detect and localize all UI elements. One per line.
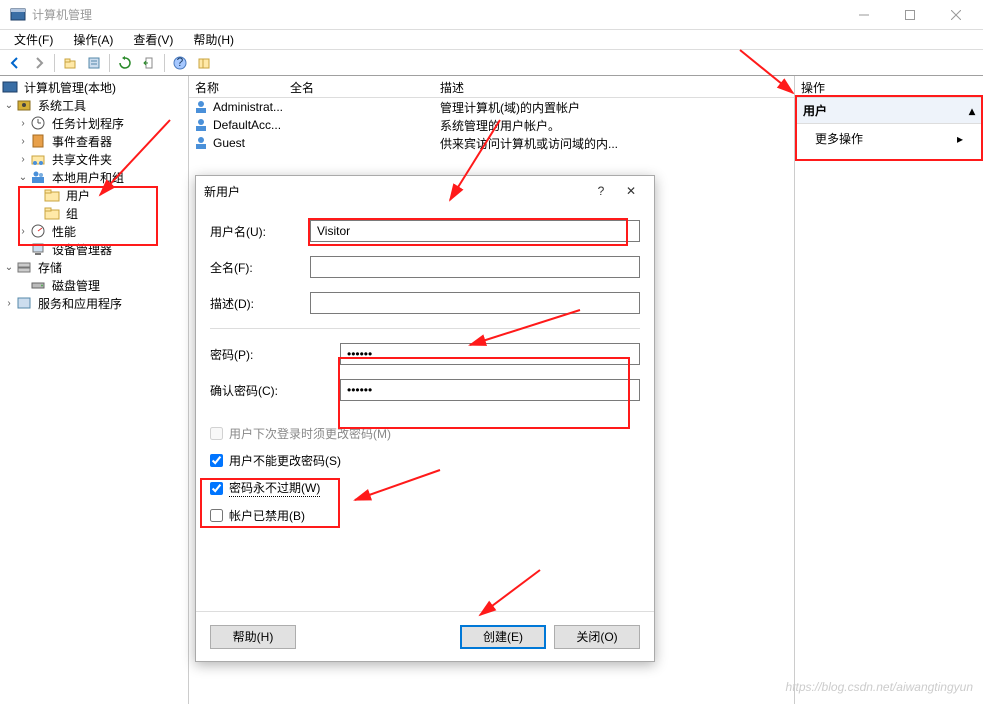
chevron-down-icon[interactable]: ⌄ — [2, 262, 16, 273]
tree-system-tools[interactable]: ⌄ 系统工具 — [2, 96, 186, 114]
cannot-change-checkbox[interactable] — [210, 454, 223, 467]
minimize-button[interactable] — [841, 0, 887, 30]
tree-shared-folders[interactable]: › 共享文件夹 — [2, 150, 186, 168]
dialog-help-btn[interactable]: 帮助(H) — [210, 625, 296, 649]
chevron-down-icon[interactable]: ⌄ — [2, 100, 16, 111]
menu-action[interactable]: 操作(A) — [63, 29, 123, 50]
menu-help[interactable]: 帮助(H) — [183, 29, 244, 50]
actions-header: 操作 — [795, 76, 983, 98]
user-icon — [193, 135, 209, 151]
fullname-input[interactable] — [310, 256, 640, 278]
properties-button[interactable] — [83, 52, 105, 74]
check-never-expire[interactable]: 密码永不过期(W) — [210, 479, 640, 497]
tree-services-apps[interactable]: › 服务和应用程序 — [2, 294, 186, 312]
view-button[interactable] — [193, 52, 215, 74]
dialog-footer: 帮助(H) 创建(E) 关闭(O) — [196, 611, 654, 661]
never-expire-checkbox[interactable] — [210, 482, 223, 495]
chevron-right-icon: ▸ — [957, 132, 963, 146]
window-title: 计算机管理 — [32, 6, 841, 23]
description-label: 描述(D): — [210, 295, 310, 312]
menu-file[interactable]: 文件(F) — [4, 29, 63, 50]
titlebar: 计算机管理 — [0, 0, 983, 30]
tree-disk-mgmt[interactable]: 磁盘管理 — [2, 276, 186, 294]
tree-users[interactable]: 用户 — [2, 186, 186, 204]
close-dialog-button[interactable]: 关闭(O) — [554, 625, 640, 649]
username-label: 用户名(U): — [210, 223, 310, 240]
tree-panel: 计算机管理(本地) ⌄ 系统工具 › 任务计划程序 › 事件查看器 › 共享文件… — [0, 76, 189, 704]
new-user-dialog: 新用户 ? ✕ 用户名(U): 全名(F): 描述(D): 密码(P): 确认密… — [195, 175, 655, 662]
description-input[interactable] — [310, 292, 640, 314]
close-button[interactable] — [933, 0, 979, 30]
up-button[interactable] — [59, 52, 81, 74]
col-desc[interactable]: 描述 — [434, 76, 794, 97]
col-fullname[interactable]: 全名 — [284, 76, 434, 97]
confirm-password-label: 确认密码(C): — [210, 382, 340, 399]
col-name[interactable]: 名称 — [189, 76, 284, 97]
app-icon — [10, 7, 26, 23]
list-row-defaultaccount[interactable]: DefaultAcc... 系统管理的用户帐户。 — [189, 116, 794, 134]
confirm-password-input[interactable] — [340, 379, 640, 401]
collapse-icon: ▴ — [969, 104, 975, 118]
password-input[interactable] — [340, 343, 640, 365]
forward-button[interactable] — [28, 52, 50, 74]
dialog-title: 新用户 — [204, 183, 586, 200]
dialog-help-button[interactable]: ? — [586, 184, 616, 198]
check-must-change: 用户下次登录时须更改密码(M) — [210, 425, 640, 442]
tree-performance[interactable]: › 性能 — [2, 222, 186, 240]
dialog-close-button[interactable]: ✕ — [616, 184, 646, 198]
maximize-button[interactable] — [887, 0, 933, 30]
actions-panel: 操作 用户 ▴ 更多操作 ▸ — [795, 76, 983, 704]
must-change-checkbox — [210, 427, 223, 440]
tree-task-scheduler[interactable]: › 任务计划程序 — [2, 114, 186, 132]
chevron-right-icon[interactable]: › — [16, 154, 30, 165]
username-input[interactable] — [310, 220, 640, 242]
toolbar: ? — [0, 50, 983, 76]
list-header: 名称 全名 描述 — [189, 76, 794, 98]
user-icon — [193, 99, 209, 115]
menu-view[interactable]: 查看(V) — [123, 29, 183, 50]
refresh-button[interactable] — [114, 52, 136, 74]
list-row-administrator[interactable]: Administrat... 管理计算机(域)的内置帐户 — [189, 98, 794, 116]
tree-storage[interactable]: ⌄ 存储 — [2, 258, 186, 276]
export-button[interactable] — [138, 52, 160, 74]
dialog-titlebar: 新用户 ? ✕ — [196, 176, 654, 206]
menubar: 文件(F) 操作(A) 查看(V) 帮助(H) — [0, 30, 983, 50]
help-button[interactable]: ? — [169, 52, 191, 74]
svg-text:?: ? — [177, 56, 184, 69]
actions-group-users[interactable]: 用户 ▴ — [795, 98, 983, 124]
chevron-down-icon[interactable]: ⌄ — [16, 172, 30, 183]
actions-more[interactable]: 更多操作 ▸ — [795, 124, 983, 153]
tree-groups[interactable]: 组 — [2, 204, 186, 222]
fullname-label: 全名(F): — [210, 259, 310, 276]
tree-device-manager[interactable]: 设备管理器 — [2, 240, 186, 258]
check-disabled[interactable]: 帐户已禁用(B) — [210, 507, 640, 524]
chevron-right-icon[interactable]: › — [16, 136, 30, 147]
account-disabled-checkbox[interactable] — [210, 509, 223, 522]
tree-local-users-groups[interactable]: ⌄ 本地用户和组 — [2, 168, 186, 186]
user-icon — [193, 117, 209, 133]
create-button[interactable]: 创建(E) — [460, 625, 546, 649]
chevron-right-icon[interactable]: › — [2, 298, 16, 309]
tree-root[interactable]: 计算机管理(本地) — [2, 78, 186, 96]
tree-event-viewer[interactable]: › 事件查看器 — [2, 132, 186, 150]
back-button[interactable] — [4, 52, 26, 74]
list-row-guest[interactable]: Guest 供来宾访问计算机或访问域的内... — [189, 134, 794, 152]
check-cannot-change[interactable]: 用户不能更改密码(S) — [210, 452, 640, 469]
chevron-right-icon[interactable]: › — [16, 226, 30, 237]
password-label: 密码(P): — [210, 346, 340, 363]
chevron-right-icon[interactable]: › — [16, 118, 30, 129]
